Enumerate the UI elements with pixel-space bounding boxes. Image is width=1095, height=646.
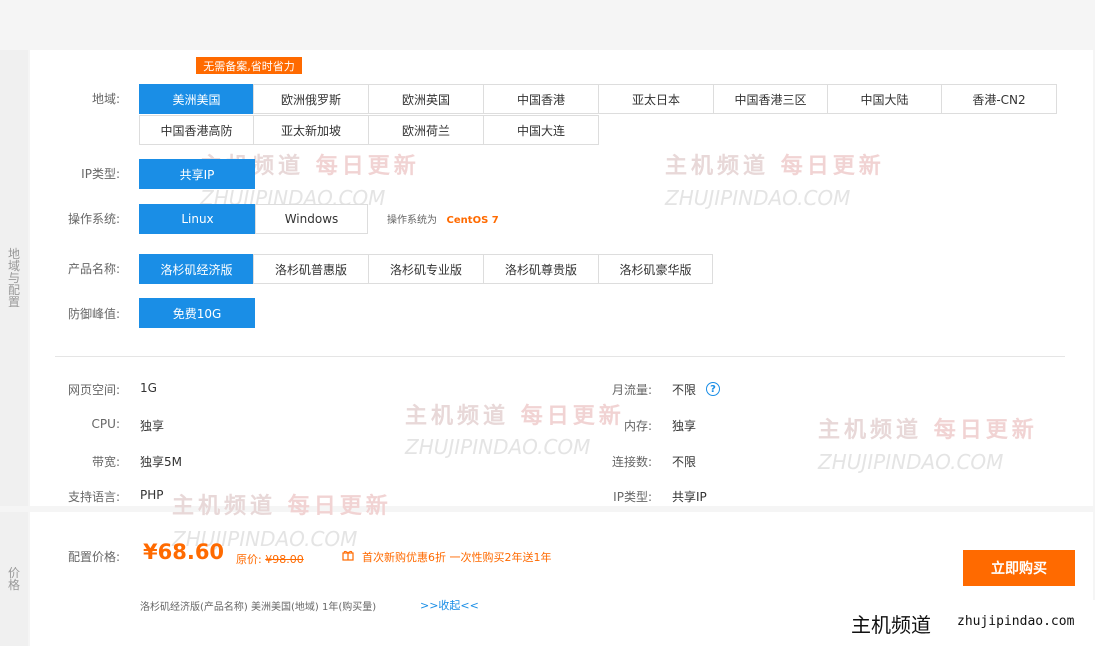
brand-url: zhujipindao.com <box>957 614 1075 629</box>
region-option-uk[interactable]: 欧洲英国 <box>368 84 484 114</box>
spec-value-connections: 不限 <box>672 455 697 469</box>
region-option-hk-zone3[interactable]: 中国香港三区 <box>713 84 828 114</box>
spec-value-cpu: 独享 <box>140 419 165 433</box>
spec-label-cpu: CPU: <box>91 417 120 431</box>
original-price-label: 原价: <box>236 553 262 566</box>
buy-now-button[interactable]: 立即购买 <box>963 550 1075 586</box>
os-label: 操作系统: <box>67 212 120 226</box>
product-label: 产品名称: <box>67 262 120 276</box>
spec-label-connections: 连接数: <box>611 455 652 469</box>
top-band <box>0 0 1095 50</box>
os-note: 操作系统为 CentOS 7 <box>387 211 499 226</box>
spec-label-bandwidth: 带宽: <box>91 455 120 469</box>
spec-label-disk: 网页空间: <box>67 383 120 397</box>
original-price-value: ¥98.00 <box>265 553 304 566</box>
spec-value-traffic: 不限 <box>672 383 697 397</box>
price-label: 配置价格: <box>67 550 120 564</box>
region-option-netherlands[interactable]: 欧洲荷兰 <box>368 115 484 145</box>
os-note-prefix: 操作系统为 <box>387 215 437 226</box>
spec-value-memory: 独享 <box>672 419 697 433</box>
product-option-luxury[interactable]: 洛杉矶豪华版 <box>598 254 713 284</box>
spec-label-ip-type: IP类型: <box>613 490 652 504</box>
spec-label-language: 支持语言: <box>67 490 120 504</box>
product-option-pro[interactable]: 洛杉矶专业版 <box>368 254 484 284</box>
divider <box>55 356 1065 357</box>
region-label: 地域: <box>91 92 120 106</box>
product-option-premium[interactable]: 洛杉矶尊贵版 <box>483 254 599 284</box>
os-option-windows[interactable]: Windows <box>255 204 368 234</box>
spec-value-language: PHP <box>140 488 164 502</box>
ip-option-shared[interactable]: 共享IP <box>139 159 255 189</box>
side-label-price: 价格 <box>0 512 28 646</box>
region-option-hk-cn2[interactable]: 香港-CN2 <box>941 84 1057 114</box>
ip-type-label: IP类型: <box>81 167 120 181</box>
collapse-link[interactable]: >>收起<< <box>420 597 479 613</box>
region-option-singapore[interactable]: 亚太新加坡 <box>253 115 369 145</box>
product-option-economy[interactable]: 洛杉矶经济版 <box>139 254 254 284</box>
ddos-label: 防御峰值: <box>67 307 120 321</box>
promo-text: 首次新购优惠6折 一次性购买2年送1年 <box>362 551 552 564</box>
region-option-hk-ddos[interactable]: 中国香港高防 <box>139 115 254 145</box>
os-note-value: CentOS 7 <box>446 215 499 226</box>
region-option-hongkong[interactable]: 中国香港 <box>483 84 599 114</box>
region-option-japan[interactable]: 亚太日本 <box>598 84 714 114</box>
original-price: 原价: ¥98.00 <box>236 551 304 567</box>
spec-label-memory: 内存: <box>623 419 652 433</box>
help-icon[interactable]: ? <box>706 382 720 396</box>
product-option-standard[interactable]: 洛杉矶普惠版 <box>253 254 369 284</box>
price-amount: ¥68.60 <box>143 540 225 564</box>
region-option-mainland[interactable]: 中国大陆 <box>827 84 942 114</box>
spec-label-traffic: 月流量: <box>611 383 652 397</box>
spec-value-disk: 1G <box>140 381 157 395</box>
spec-value-bandwidth: 独享5M <box>140 455 182 469</box>
region-option-russia[interactable]: 欧洲俄罗斯 <box>253 84 369 114</box>
region-option-us[interactable]: 美洲美国 <box>139 84 254 114</box>
side-label-config: 地域与配置 <box>0 50 28 506</box>
region-option-dalian[interactable]: 中国大连 <box>483 115 599 145</box>
brand-cn: 主机频道 <box>851 613 931 637</box>
no-filing-badge: 无需备案,省时省力 <box>196 57 302 74</box>
spec-value-ip-type: 共享IP <box>672 490 707 504</box>
ddos-option-free10g[interactable]: 免费10G <box>139 298 255 328</box>
order-summary: 洛杉矶经济版(产品名称) 美洲美国(地域) 1年(购买量) <box>140 602 377 613</box>
gift-icon <box>342 549 354 561</box>
os-option-linux[interactable]: Linux <box>139 204 256 234</box>
